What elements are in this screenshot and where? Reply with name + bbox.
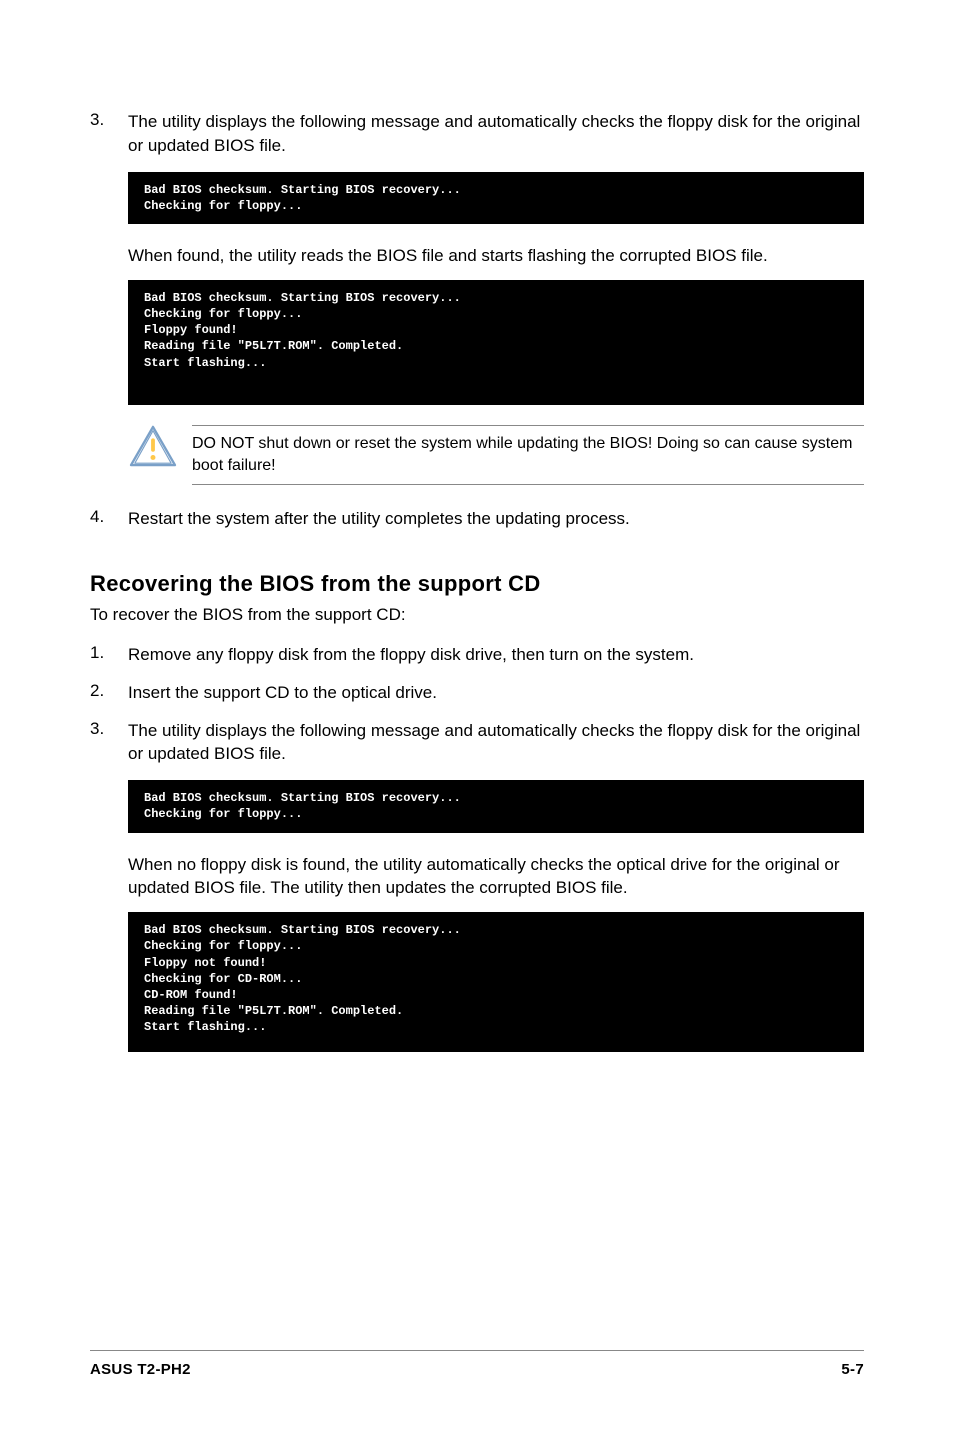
- terminal-output: Bad BIOS checksum. Starting BIOS recover…: [128, 780, 864, 832]
- list-text: Restart the system after the utility com…: [128, 507, 864, 531]
- body-text: To recover the BIOS from the support CD:: [90, 603, 864, 627]
- warning-text: DO NOT shut down or reset the system whi…: [192, 425, 864, 486]
- terminal-output: Bad BIOS checksum. Starting BIOS recover…: [128, 280, 864, 405]
- list-number: 3.: [90, 719, 128, 767]
- section-heading: Recovering the BIOS from the support CD: [90, 571, 864, 597]
- list-text: Insert the support CD to the optical dri…: [128, 681, 864, 705]
- list-item: 1. Remove any floppy disk from the flopp…: [90, 643, 864, 667]
- terminal-output: Bad BIOS checksum. Starting BIOS recover…: [128, 912, 864, 1051]
- list-text: Remove any floppy disk from the floppy d…: [128, 643, 864, 667]
- list-number: 4.: [90, 507, 128, 531]
- list-text: The utility displays the following messa…: [128, 719, 864, 767]
- list-number: 2.: [90, 681, 128, 705]
- list-item: 3. The utility displays the following me…: [90, 110, 864, 158]
- list-item: 3. The utility displays the following me…: [90, 719, 864, 767]
- list-number: 3.: [90, 110, 128, 158]
- terminal-output: Bad BIOS checksum. Starting BIOS recover…: [128, 172, 864, 224]
- list-text: The utility displays the following messa…: [128, 110, 864, 158]
- body-text: When found, the utility reads the BIOS f…: [128, 244, 864, 268]
- footer-product: ASUS T2-PH2: [90, 1361, 191, 1378]
- warning-callout: DO NOT shut down or reset the system whi…: [128, 425, 864, 486]
- list-item: 2. Insert the support CD to the optical …: [90, 681, 864, 705]
- body-text: When no floppy disk is found, the utilit…: [128, 853, 864, 901]
- footer-page-number: 5-7: [841, 1361, 864, 1378]
- page-footer: ASUS T2-PH2 5-7: [90, 1350, 864, 1378]
- list-item: 4. Restart the system after the utility …: [90, 507, 864, 531]
- warning-icon: [128, 425, 178, 467]
- list-number: 1.: [90, 643, 128, 667]
